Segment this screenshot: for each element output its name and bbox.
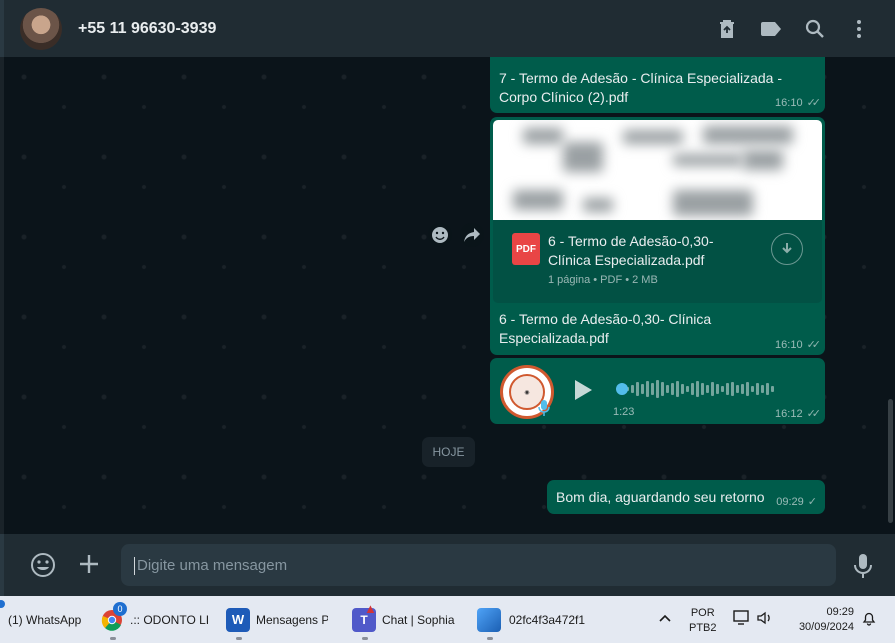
mic-icon bbox=[538, 399, 550, 420]
document-card[interactable]: PDF 6 - Termo de Adesão-0,30- Clínica Es… bbox=[493, 220, 822, 303]
play-icon bbox=[575, 380, 592, 400]
warning-icon: ▲ bbox=[364, 600, 377, 616]
volume-icon[interactable] bbox=[756, 610, 774, 629]
taskbar-item-photos[interactable]: 02fc4f3a472f1 bbox=[477, 596, 585, 643]
message-composer bbox=[0, 534, 895, 596]
active-indicator bbox=[487, 637, 493, 640]
emoji-icon bbox=[31, 553, 55, 577]
message-time: 16:10 bbox=[775, 338, 803, 351]
message-time: 09:29 bbox=[776, 495, 804, 508]
emoji-button[interactable] bbox=[30, 552, 56, 583]
download-icon bbox=[782, 243, 792, 254]
menu-icon[interactable] bbox=[837, 9, 881, 49]
language-code: POR bbox=[690, 607, 715, 619]
search-icon[interactable] bbox=[793, 9, 837, 49]
delete-icon[interactable] bbox=[705, 9, 749, 49]
text-caret bbox=[134, 557, 135, 575]
system-clock[interactable]: 09:29 30/09/2024 bbox=[790, 605, 854, 635]
single-check-icon: ✓ bbox=[807, 496, 817, 508]
document-caption: 6 - Termo de Adesão-0,30- Clínica Especi… bbox=[499, 311, 712, 346]
taskbar-label: Mensagens P bbox=[256, 612, 328, 627]
message-bubble[interactable]: Bom dia, aguardando seu retorno 09:29 ✓ bbox=[547, 480, 825, 514]
audio-waveform[interactable] bbox=[616, 379, 781, 399]
label-icon[interactable] bbox=[749, 9, 793, 49]
notification-dot bbox=[0, 600, 5, 608]
message-input[interactable] bbox=[121, 544, 836, 586]
double-check-icon: ✓✓ bbox=[806, 408, 822, 420]
windows-taskbar: (1) WhatsApp 0 .:: ODONTO LI W Mensagens… bbox=[0, 596, 895, 643]
display-icon[interactable] bbox=[733, 610, 751, 629]
taskbar-item-whatsapp[interactable]: (1) WhatsApp bbox=[0, 596, 81, 643]
message-bubble[interactable]: 7 - Termo de Adesão - Clínica Especializ… bbox=[490, 57, 825, 113]
forward-icon[interactable] bbox=[460, 223, 484, 247]
active-indicator bbox=[236, 637, 242, 640]
clock-date: 30/09/2024 bbox=[798, 621, 854, 633]
taskbar-item-chrome[interactable]: 0 .:: ODONTO LI bbox=[100, 596, 209, 643]
contact-avatar[interactable] bbox=[20, 7, 62, 50]
badge-count: 0 bbox=[113, 601, 127, 616]
notification-bell-icon[interactable] bbox=[861, 610, 877, 629]
audio-duration: 1:23 bbox=[613, 406, 635, 418]
language-indicator[interactable]: POR PTB2 bbox=[689, 606, 717, 636]
message-time: 16:10 bbox=[775, 96, 803, 109]
clock-time: 09:29 bbox=[826, 606, 854, 618]
active-indicator bbox=[110, 637, 116, 640]
chat-scrollbar[interactable] bbox=[888, 399, 893, 523]
photos-icon bbox=[477, 607, 501, 632]
chrome-icon: 0 bbox=[100, 601, 127, 632]
microphone-icon bbox=[854, 554, 872, 578]
voice-record-button[interactable] bbox=[853, 553, 873, 584]
message-time: 16:12 bbox=[775, 407, 803, 420]
document-message[interactable]: PDF 6 - Termo de Adesão-0,30- Clínica Es… bbox=[490, 117, 825, 355]
chat-header: +55 11 96630-3939 bbox=[0, 0, 895, 57]
contact-name[interactable]: +55 11 96630-3939 bbox=[78, 20, 216, 38]
active-indicator bbox=[362, 637, 368, 640]
taskbar-item-word[interactable]: W Mensagens P bbox=[226, 596, 328, 643]
attach-button[interactable] bbox=[77, 552, 101, 581]
plus-icon bbox=[80, 555, 98, 573]
taskbar-label: Chat | Sophia bbox=[382, 612, 455, 627]
emoji-reaction-icon[interactable] bbox=[428, 223, 452, 247]
play-button[interactable] bbox=[572, 378, 594, 405]
taskbar-label: 02fc4f3a472f1 bbox=[509, 612, 586, 627]
chat-area[interactable]: 7 - Termo de Adesão - Clínica Especializ… bbox=[0, 57, 895, 534]
teams-icon: T ▲ bbox=[352, 601, 377, 632]
taskbar-item-teams[interactable]: T ▲ Chat | Sophia bbox=[352, 596, 455, 643]
message-text: 7 - Termo de Adesão - Clínica Especializ… bbox=[499, 70, 782, 105]
document-title: 6 - Termo de Adesão-0,30- Clínica Especi… bbox=[548, 233, 714, 268]
date-separator: HOJE bbox=[422, 437, 475, 467]
download-button[interactable] bbox=[771, 233, 803, 265]
document-info: 1 página • PDF • 2 MB bbox=[548, 274, 658, 286]
word-icon: W bbox=[226, 607, 250, 632]
double-check-icon: ✓✓ bbox=[806, 339, 822, 351]
message-text: Bom dia, aguardando seu retorno bbox=[556, 489, 765, 505]
document-preview[interactable] bbox=[493, 120, 822, 220]
chevron-up-icon[interactable] bbox=[658, 612, 672, 626]
taskbar-label: .:: ODONTO LI bbox=[130, 612, 210, 627]
keyboard-layout: PTB2 bbox=[689, 622, 717, 634]
pdf-file-icon: PDF bbox=[512, 233, 540, 265]
taskbar-label: (1) WhatsApp bbox=[8, 612, 82, 627]
audio-seek-handle[interactable] bbox=[616, 383, 628, 395]
audio-message[interactable]: ◉ 1:23 16:12 ✓✓ bbox=[490, 358, 825, 424]
double-check-icon: ✓✓ bbox=[806, 97, 822, 109]
